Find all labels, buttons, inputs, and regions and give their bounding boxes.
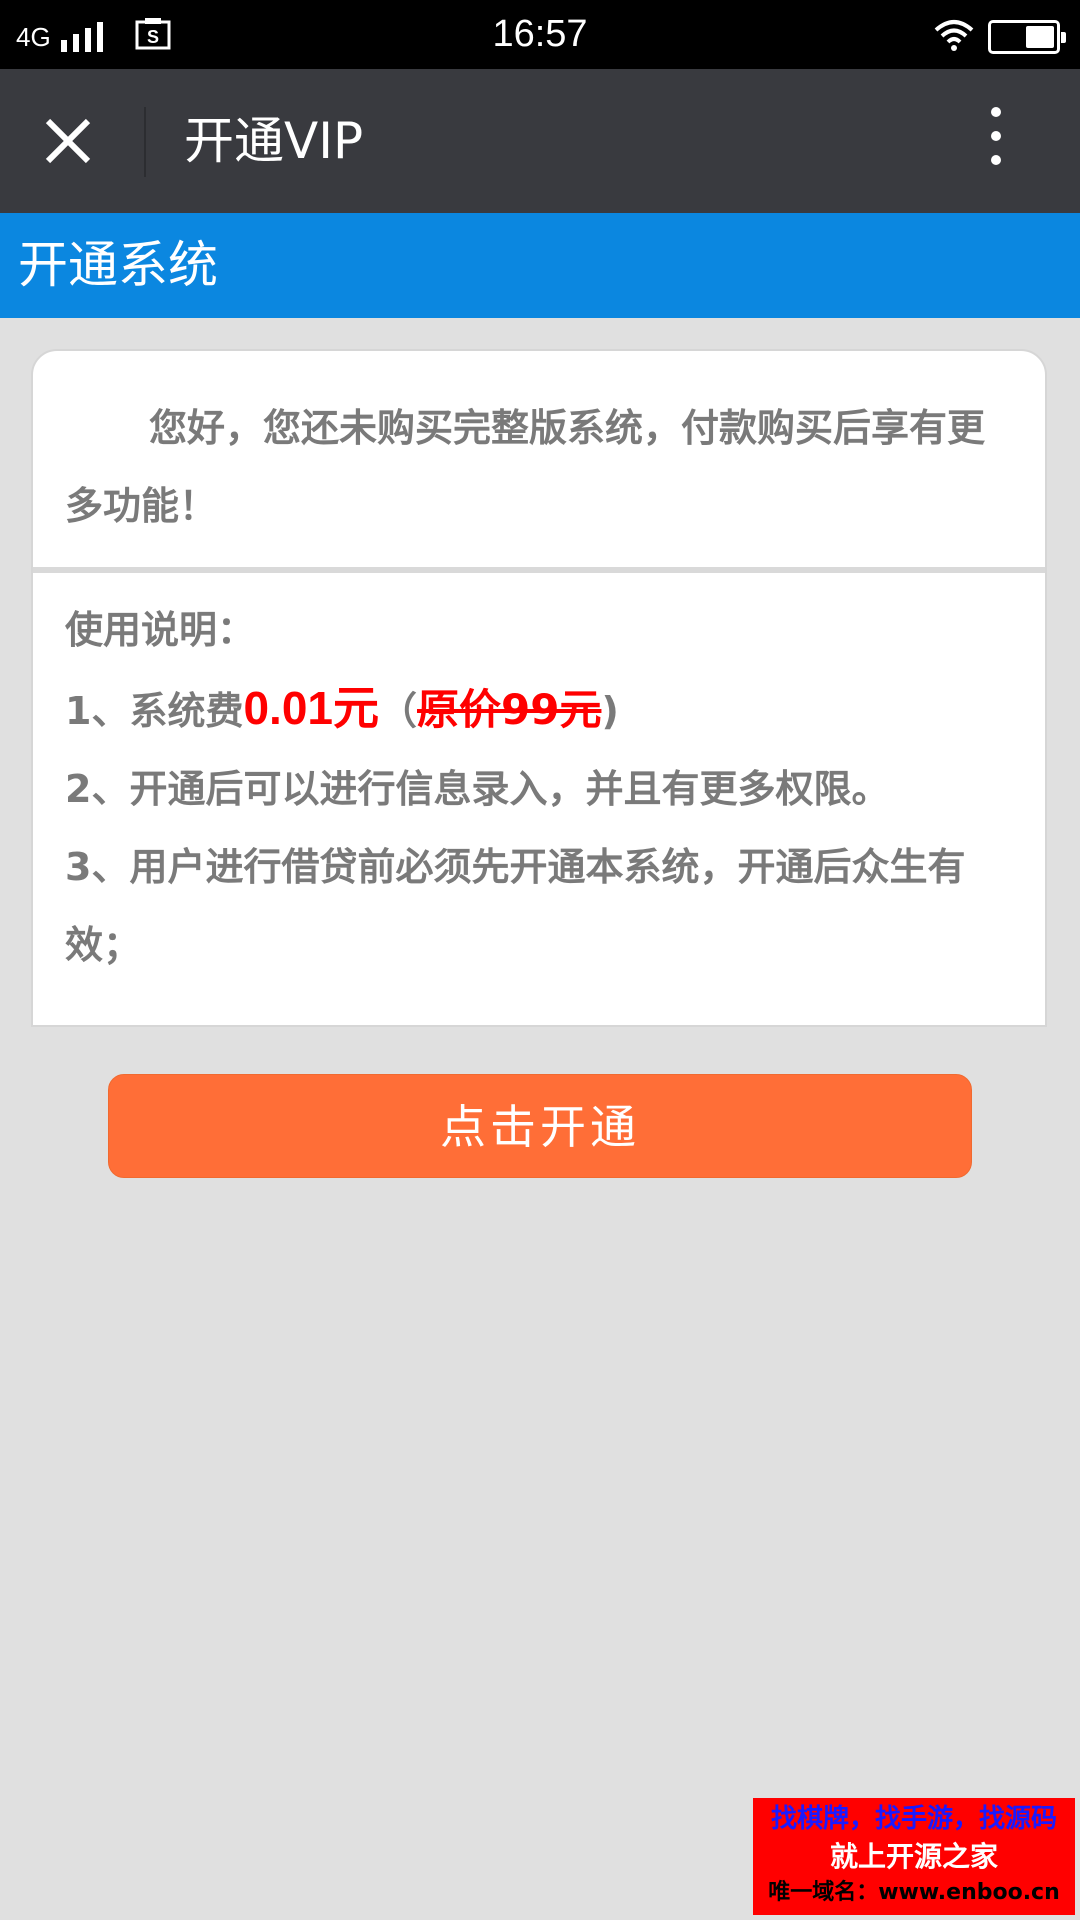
instruction-item-2: 2、开通后可以进行信息录入，并且有更多权限。 (65, 767, 890, 811)
item1-close: ) (601, 689, 619, 733)
title-bar: 开通VIP (0, 69, 1080, 213)
info-card: 您好，您还未购买完整版系统，付款购买后享有更多功能！ 使用说明： 1、系统费0.… (31, 349, 1047, 1027)
card-divider (33, 567, 1045, 573)
title-divider (144, 107, 146, 177)
original-price: 原价99元 (417, 685, 602, 734)
item1-open: （ (378, 689, 417, 733)
status-bar: 4G S 16:57 (0, 0, 1080, 69)
wifi-icon (932, 18, 976, 56)
watermark-line-1: 找棋牌，找手游，找源码 (770, 1804, 1057, 1834)
instructions: 使用说明： 1、系统费0.01元（原价99元) 2、开通后可以进行信息录入，并且… (65, 591, 1015, 984)
watermark-line-3: 唯一域名：www.enboo.cn (768, 1880, 1060, 1905)
battery-icon (988, 20, 1066, 54)
section-title: 开通系统 (18, 236, 218, 294)
instructions-heading: 使用说明： (65, 608, 256, 652)
current-price: 0.01元 (243, 682, 379, 734)
open-vip-button[interactable]: 点击开通 (108, 1074, 972, 1178)
intro-text: 您好，您还未购买完整版系统，付款购买后享有更多功能！ (65, 406, 986, 528)
watermark-line-2: 就上开源之家 (829, 1840, 998, 1873)
instruction-item-3: 3、用户进行借贷前必须先开通本系统，开通后众生有效； (65, 845, 966, 967)
status-right (932, 18, 1066, 56)
more-vertical-icon[interactable] (980, 107, 1012, 177)
close-icon[interactable] (36, 109, 100, 173)
watermark-banner: 找棋牌，找手游，找源码 就上开源之家 唯一域名：www.enboo.cn (753, 1798, 1075, 1915)
page-title: 开通VIP (184, 112, 364, 170)
clock: 16:57 (492, 13, 588, 55)
section-header: 开通系统 (0, 213, 1080, 318)
item1-prefix: 1、系统费 (65, 689, 244, 733)
instruction-item-1: 1、系统费0.01元（原价99元) (65, 669, 1015, 750)
